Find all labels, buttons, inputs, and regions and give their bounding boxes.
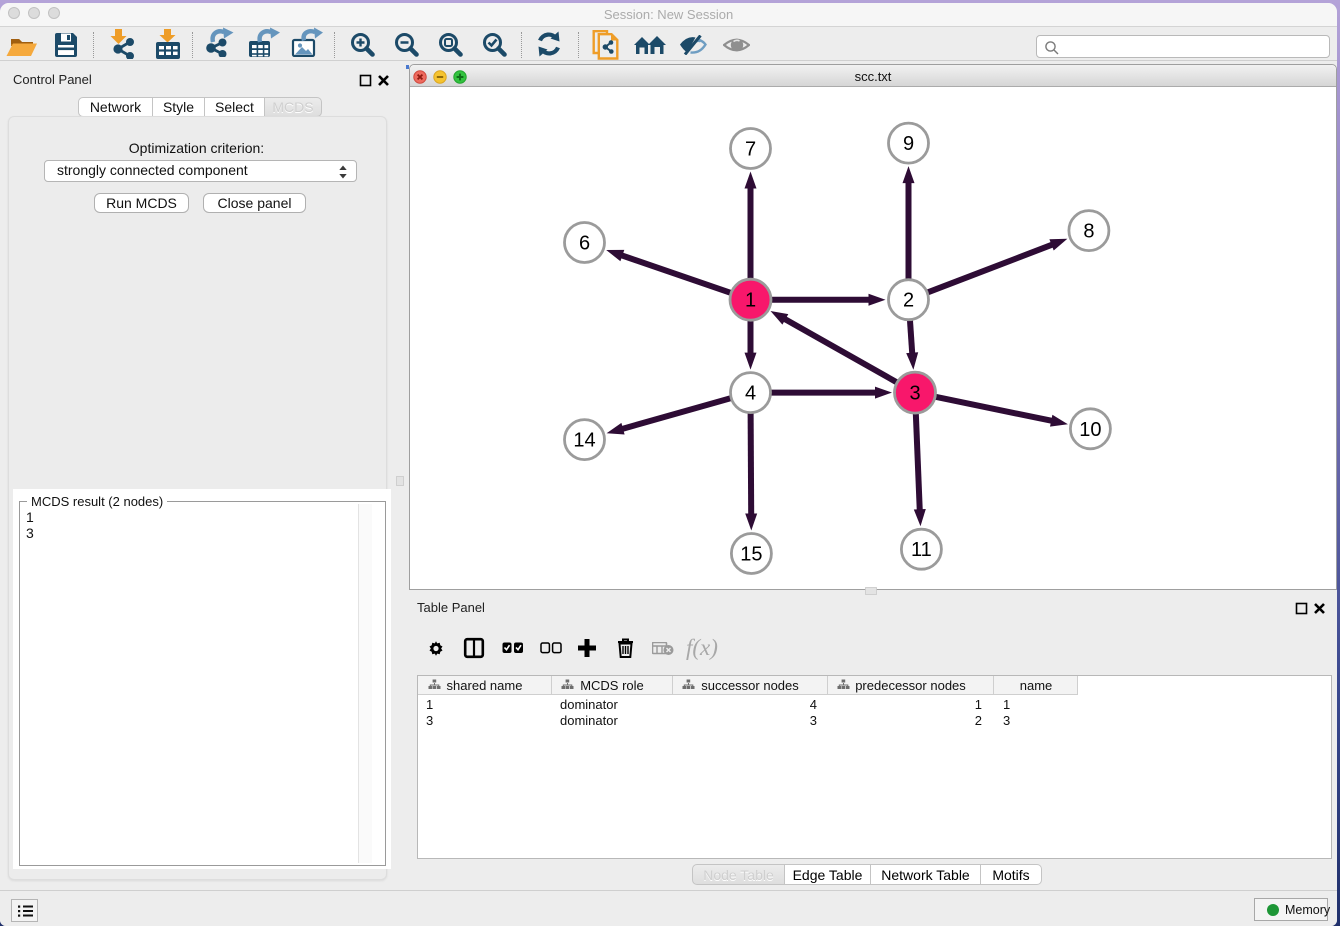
svg-text:4: 4 [745, 383, 756, 405]
svg-text:1: 1 [745, 290, 756, 312]
svg-text:6: 6 [579, 233, 590, 255]
svg-text:8: 8 [1083, 221, 1094, 243]
svg-text:3: 3 [909, 383, 920, 405]
svg-text:7: 7 [745, 139, 756, 161]
svg-text:15: 15 [740, 544, 762, 566]
svg-text:9: 9 [903, 133, 914, 155]
svg-text:10: 10 [1079, 419, 1101, 441]
svg-text:2: 2 [903, 290, 914, 312]
svg-text:14: 14 [573, 430, 595, 452]
svg-text:11: 11 [911, 539, 932, 561]
